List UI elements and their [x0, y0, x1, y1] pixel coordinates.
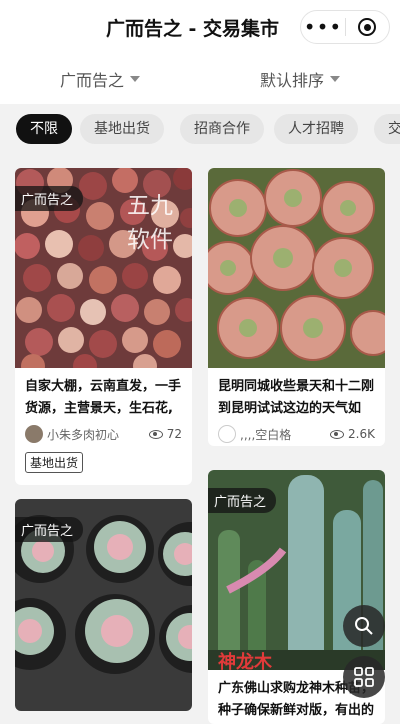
listing-title: 昆明同城收些景天和十二刚到昆明试试这边的天气如 [218, 379, 375, 416]
watermark-text: 五九软件 [127, 193, 173, 253]
sort-dropdown-label: 默认排序 [260, 71, 325, 90]
view-count-value: 72 [166, 427, 182, 441]
avatar [218, 425, 236, 443]
caret-down-icon [330, 76, 341, 82]
listing-image: 广而告之 五九软件 [15, 168, 192, 368]
listing-title: 自家大棚，云南直发，一手货源，主营景天，生石花, [25, 379, 182, 416]
category-chip-row: 不限 基地出货 招商合作 人才招聘 交 [0, 104, 400, 156]
chip-trade[interactable]: 交 [374, 114, 400, 144]
chip-base-shipping[interactable]: 基地出货 [80, 114, 164, 144]
listing-meta: 小朱多肉初心 72 [15, 422, 192, 446]
chip-partnership[interactable]: 招商合作 [180, 114, 264, 144]
mini-program-capsule: ••• [300, 10, 390, 44]
menu-grid-fab-button[interactable] [343, 656, 385, 698]
view-count-value: 2.6K [348, 427, 375, 441]
target-icon [358, 18, 377, 36]
category-tag: 广而告之 [208, 488, 277, 513]
chip-all[interactable]: 不限 [16, 114, 72, 144]
search-fab-button[interactable] [343, 605, 385, 647]
listing-card[interactable]: 广而告之 [15, 499, 192, 711]
listing-image: 广而告之 [15, 499, 192, 711]
search-icon [355, 617, 373, 635]
filter-bar: 广而告之 默认排序 [0, 52, 400, 104]
grid-icon [354, 667, 374, 687]
category-dropdown[interactable]: 广而告之 [60, 67, 141, 91]
view-count: 2.6K [330, 427, 375, 441]
caret-down-icon [130, 76, 141, 82]
more-menu-button[interactable]: ••• [301, 10, 345, 44]
category-tag: 广而告之 [15, 186, 84, 211]
listing-card[interactable]: 广而告之 五九软件 自家大棚，云南直发，一手货源，主营景天，生石花, 小朱多肉初… [15, 168, 192, 485]
top-nav-bar: 广而告之 - 交易集市 ••• [0, 0, 400, 52]
watermark-text: 神龙木 [218, 652, 272, 670]
eye-icon [330, 429, 345, 439]
avatar [25, 425, 43, 443]
chip-recruitment[interactable]: 人才招聘 [274, 114, 358, 144]
author-name: ,,,,空白格 [240, 427, 292, 442]
view-count: 72 [148, 427, 182, 441]
sort-dropdown[interactable]: 默认排序 [260, 67, 341, 91]
listing-image [208, 168, 385, 368]
close-target-button[interactable] [346, 18, 389, 36]
category-dropdown-label: 广而告之 [60, 71, 125, 90]
listing-label: 基地出货 [25, 452, 84, 473]
eye-icon [148, 429, 163, 439]
author-name: 小朱多肉初心 [47, 427, 120, 442]
category-tag: 广而告之 [15, 517, 84, 542]
listing-card[interactable]: 昆明同城收些景天和十二刚到昆明试试这边的天气如 ,,,,空白格 2.6K [208, 168, 385, 446]
listing-meta: ,,,,空白格 2.6K [208, 422, 385, 446]
